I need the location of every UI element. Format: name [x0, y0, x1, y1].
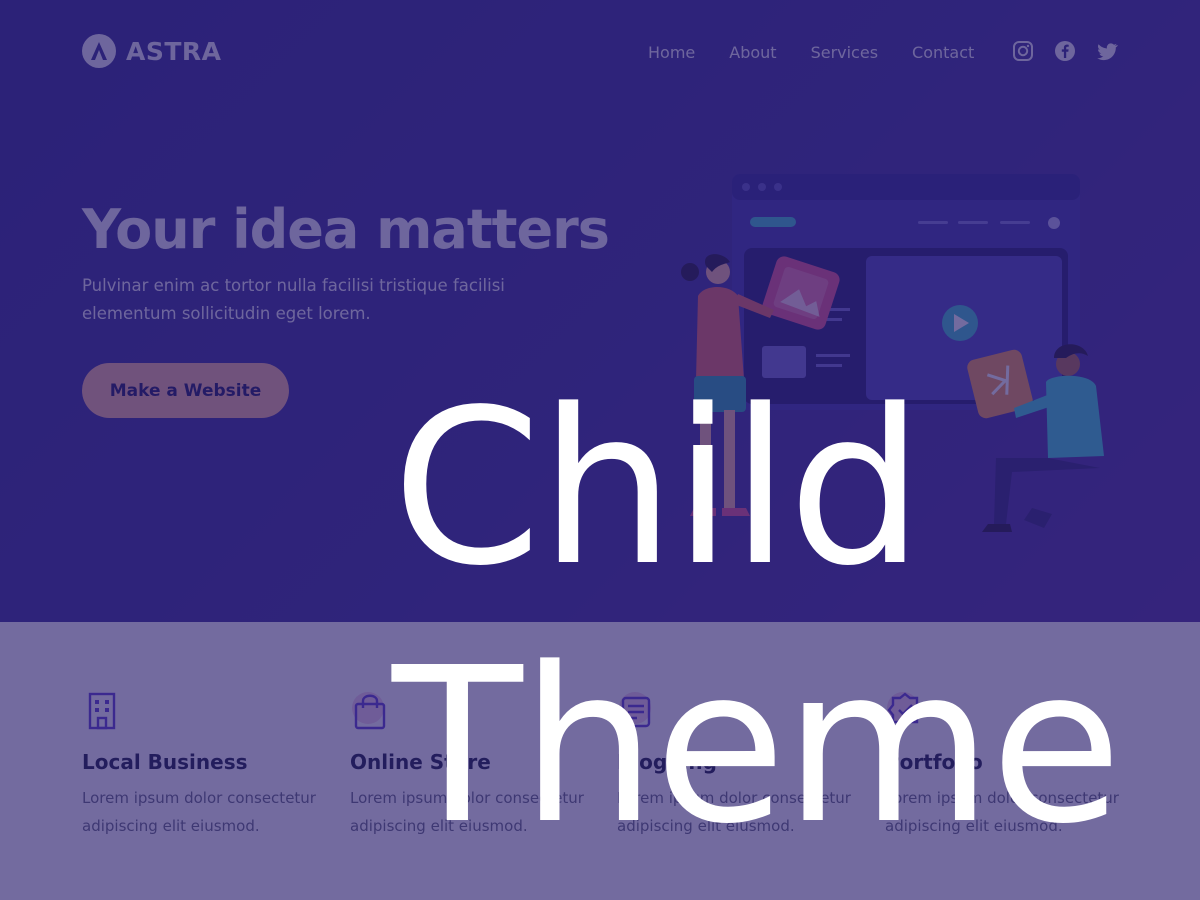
feature-card: Online Store Lorem ipsum dolor consectet… [350, 690, 590, 840]
hero-description: Pulvinar enim ac tortor nulla facilisi t… [82, 276, 505, 323]
instagram-icon[interactable] [1012, 40, 1034, 62]
brand-name: ASTRA [126, 36, 222, 66]
astra-logo-icon [82, 34, 116, 68]
nav-link-home[interactable]: Home [648, 42, 695, 64]
building-icon [88, 692, 116, 730]
page: ASTRA Home About Services Contact Your i… [0, 0, 1200, 900]
feature-title: Blogging [617, 750, 717, 774]
hero-illustration [681, 174, 1104, 532]
badge-icon [887, 692, 923, 728]
main-nav: Home About Services Contact [648, 42, 974, 64]
social-links [1012, 40, 1118, 62]
feature-text: Lorem ipsum dolor consectetur adipiscing… [617, 789, 851, 835]
feature-card: Local Business Lorem ipsum dolor consect… [82, 690, 322, 840]
feature-text: Lorem ipsum dolor consectetur adipiscing… [885, 789, 1119, 835]
site-logo[interactable]: ASTRA [82, 34, 222, 68]
feature-title: Local Business [82, 750, 248, 774]
feature-text: Lorem ipsum dolor consectetur adipiscing… [82, 789, 316, 835]
hero-title: Your idea matters [82, 198, 610, 261]
feature-card: Portfolio Lorem ipsum dolor consectetur … [885, 690, 1125, 840]
hero-section: ASTRA Home About Services Contact Your i… [0, 0, 1200, 622]
nav-link-about[interactable]: About [729, 42, 776, 64]
features-section: Local Business Lorem ipsum dolor consect… [0, 622, 1200, 900]
shopping-bag-icon [352, 692, 386, 730]
feature-text: Lorem ipsum dolor consectetur adipiscing… [350, 789, 584, 835]
feature-title: Portfolio [885, 750, 983, 774]
nav-link-contact[interactable]: Contact [912, 42, 974, 64]
feature-title: Online Store [350, 750, 491, 774]
facebook-icon[interactable] [1054, 40, 1076, 62]
blog-icon [619, 692, 651, 728]
feature-card: Blogging Lorem ipsum dolor consectetur a… [617, 690, 857, 840]
twitter-icon[interactable] [1096, 40, 1118, 62]
make-website-button[interactable]: Make a Website [82, 363, 289, 418]
nav-link-services[interactable]: Services [811, 42, 878, 64]
